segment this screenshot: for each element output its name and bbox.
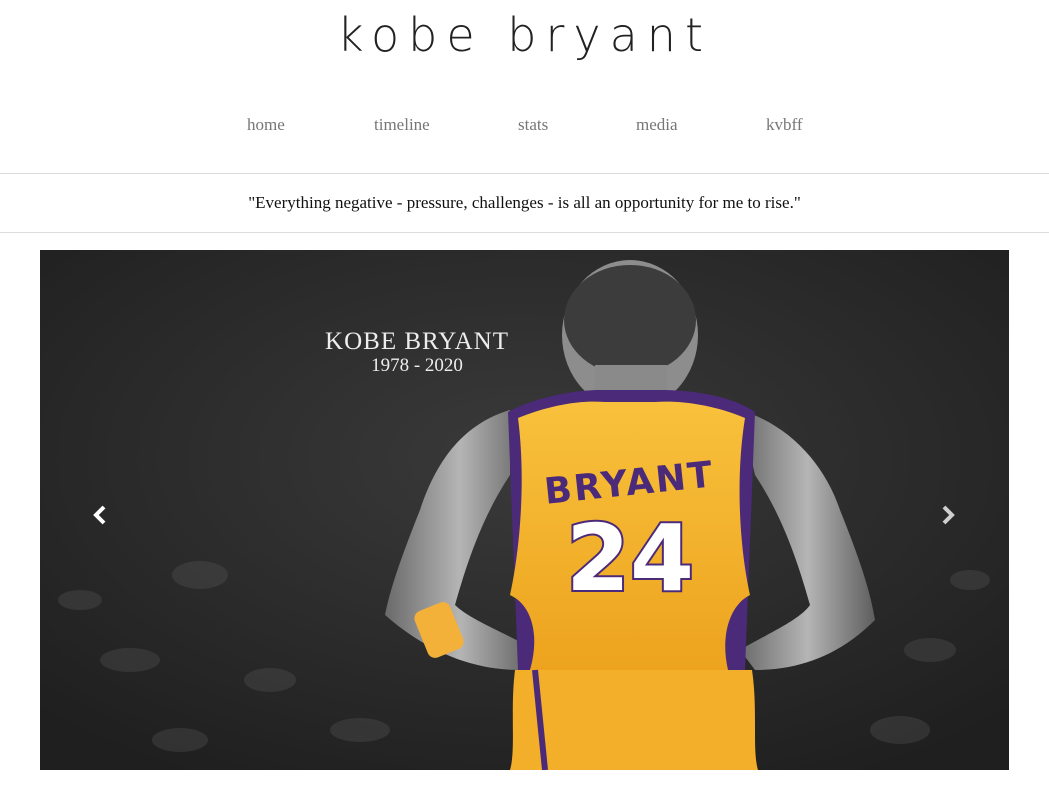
chevron-left-icon (93, 505, 106, 525)
main-nav: home timeline stats media kvbff (0, 110, 1049, 140)
overlay-name: KOBE BRYANT (325, 328, 509, 355)
nav-item-kvbff[interactable]: kvbff (766, 110, 803, 140)
carousel-prev-button[interactable] (85, 500, 115, 530)
nav-item-home[interactable]: home (247, 110, 285, 140)
chevron-right-icon (942, 505, 955, 525)
kobe-tribute-photo: BRYANT 24 (40, 250, 1009, 770)
image-carousel[interactable]: BRYANT 24 KOBE BRYANT 1978 - 2020 (40, 250, 1009, 770)
nav-item-media[interactable]: media (636, 110, 678, 140)
site-title: kobe bryant (337, 8, 712, 62)
quote-text: "Everything negative - pressure, challen… (248, 193, 801, 212)
overlay-years: 1978 - 2020 (371, 355, 463, 376)
jersey-number-text: 24 (566, 505, 694, 612)
nav-item-timeline[interactable]: timeline (374, 110, 430, 140)
quote-banner: "Everything negative - pressure, challen… (0, 173, 1049, 233)
carousel-next-button[interactable] (933, 500, 963, 530)
nav-item-stats[interactable]: stats (518, 110, 548, 140)
